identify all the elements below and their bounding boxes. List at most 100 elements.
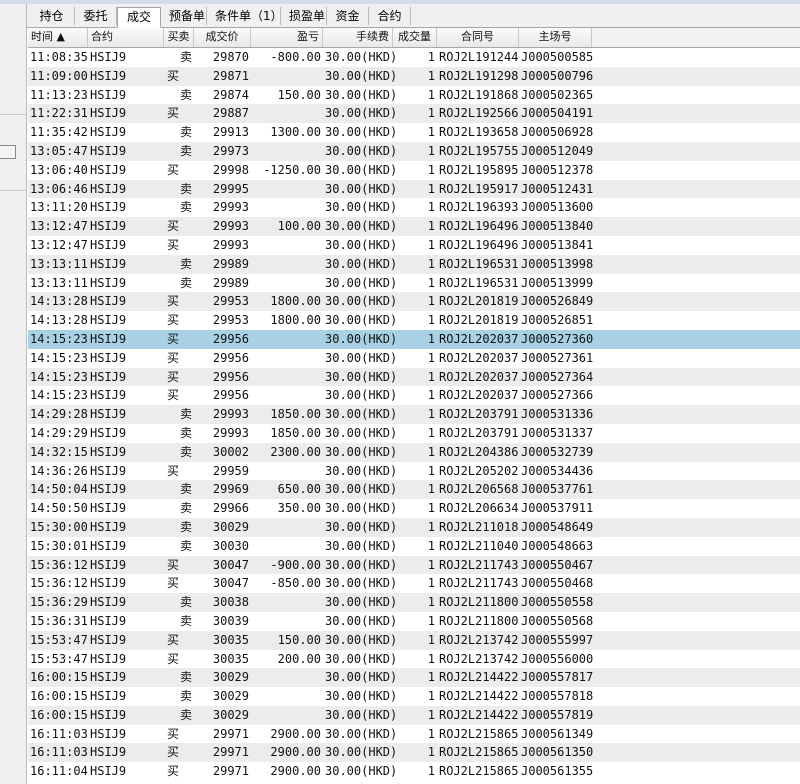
cell-price: 29995 <box>212 181 249 196</box>
tab-funds[interactable]: 资金 <box>327 7 369 25</box>
cell-fee: 30.00(HKD) <box>325 407 398 422</box>
table-row[interactable]: 14:29:29 HSIJ9 卖 29993 1850.00 30.00(HKD) 1 ROJ… <box>28 423 800 443</box>
table-row[interactable]: 14:13:28 HSIJ9 买 29953 1800.00 30.00(HKD) 1 ROJ… <box>28 311 800 330</box>
cell-symbol: HSIJ9 <box>90 68 127 83</box>
table-row[interactable]: 14:15:23 HSIJ9 买 29956 30.00(HKD) 1 ROJ2L20203… <box>28 329 800 349</box>
cell-qty: 1 <box>427 425 435 440</box>
cell-time: 14:15:23 <box>30 388 88 403</box>
cell-side: 买 <box>167 764 180 779</box>
column-header-contract-no[interactable]: 合同号 <box>437 28 519 47</box>
table-row[interactable]: 11:22:31 HSIJ9 买 29887 30.00(HKD) 1 ROJ2L19256… <box>28 104 800 124</box>
cell-pl <box>251 668 323 687</box>
cell-market-no: J000557819 <box>521 707 594 722</box>
cell-time: 14:15:23 <box>30 331 88 346</box>
cell-qty: 1 <box>427 745 435 760</box>
table-row[interactable]: 11:35:42 HSIJ9 卖 29913 1300.00 30.00(HKD) 1 ROJ… <box>28 123 800 142</box>
table-row[interactable]: 11:09:00 HSIJ9 买 29871 30.00(HKD) 1 ROJ2L19129… <box>28 66 800 86</box>
column-header-pl[interactable]: 盈亏 <box>251 28 323 47</box>
cell-price: 29993 <box>212 200 249 215</box>
cell-market-no: J000513600 <box>521 200 594 215</box>
cell-time: 13:06:40 <box>30 162 88 177</box>
table-row[interactable]: 15:36:29 HSIJ9 卖 30038 30.00(HKD) 1 ROJ2L21180… <box>28 593 800 612</box>
column-header-market-no[interactable]: 主场号 <box>519 28 592 47</box>
cell-qty: 1 <box>427 143 435 158</box>
cell-market-no: J000527360 <box>521 331 594 346</box>
table-row[interactable]: 13:12:47 HSIJ9 买 29993 30.00(HKD) 1 ROJ2L19649… <box>28 235 800 255</box>
table-row[interactable]: 14:50:04 HSIJ9 卖 29969 650.00 30.00(HKD) 1 ROJ2… <box>28 480 800 500</box>
column-header-qty[interactable]: 成交量 <box>393 28 437 47</box>
table-row[interactable]: 14:13:28 HSIJ9 买 29953 1800.00 30.00(HKD) 1 ROJ… <box>28 292 800 312</box>
cell-contract-no: ROJ2L215865 <box>439 726 519 741</box>
table-row[interactable]: 15:30:01 HSIJ9 卖 30030 30.00(HKD) 1 ROJ2L21104… <box>28 536 800 556</box>
cell-qty: 1 <box>427 482 435 497</box>
cell-fee: 30.00(HKD) <box>325 331 398 346</box>
table-row[interactable]: 16:11:04 HSIJ9 买 29971 2900.00 30.00(HKD) 1 ROJ… <box>28 762 800 782</box>
table-row[interactable]: 14:15:23 HSIJ9 买 29956 30.00(HKD) 1 ROJ2L20203… <box>28 348 800 368</box>
cell-side: 卖 <box>179 200 192 215</box>
table-row[interactable]: 13:05:47 HSIJ9 卖 29973 30.00(HKD) 1 ROJ2L19575… <box>28 141 800 161</box>
table-row[interactable]: 15:53:47 HSIJ9 买 30035 150.00 30.00(HKD) 1 ROJ2… <box>28 630 800 650</box>
cell-side: 卖 <box>179 407 192 422</box>
cell-qty: 1 <box>427 463 435 478</box>
cell-market-no: J000500796 <box>521 68 594 83</box>
table-row[interactable]: 13:06:40 HSIJ9 买 29998 -1250.00 30.00(HKD) 1 RO… <box>28 160 800 180</box>
table-row[interactable]: 15:36:12 HSIJ9 买 30047 -850.00 30.00(HKD) 1 ROJ… <box>28 574 800 594</box>
table-row[interactable]: 13:06:46 HSIJ9 卖 29995 30.00(HKD) 1 ROJ2L19591… <box>28 179 800 199</box>
table-row[interactable]: 14:15:23 HSIJ9 买 29956 30.00(HKD) 1 ROJ2L20203… <box>28 386 800 406</box>
cell-pl <box>251 142 323 161</box>
cell-side: 买 <box>167 632 180 647</box>
cell-time: 15:36:12 <box>30 576 88 591</box>
table-row[interactable]: 14:29:28 HSIJ9 卖 29993 1850.00 30.00(HKD) 1 ROJ… <box>28 405 800 424</box>
column-header-time[interactable]: 时间 ▲ <box>28 28 88 47</box>
cell-contract-no: ROJ2L195917 <box>439 181 519 196</box>
table-row[interactable]: 15:36:31 HSIJ9 卖 30039 30.00(HKD) 1 ROJ2L21180… <box>28 611 800 631</box>
table-row[interactable]: 14:32:15 HSIJ9 卖 30002 2300.00 30.00(HKD) 1 ROJ… <box>28 442 800 462</box>
cell-symbol: HSIJ9 <box>90 162 127 177</box>
table-row[interactable]: 15:36:12 HSIJ9 买 30047 -900.00 30.00(HKD) 1 ROJ… <box>28 555 800 575</box>
table-row[interactable]: 16:00:15 HSIJ9 卖 30029 30.00(HKD) 1 ROJ2L21442… <box>28 705 800 725</box>
table-row[interactable]: 14:15:23 HSIJ9 买 29956 30.00(HKD) 1 ROJ2L20203… <box>28 367 800 387</box>
cell-symbol: HSIJ9 <box>90 745 127 760</box>
table-row[interactable]: 14:50:50 HSIJ9 卖 29966 350.00 30.00(HKD) 1 ROJ2… <box>28 499 800 518</box>
table-row[interactable]: 15:30:00 HSIJ9 卖 30029 30.00(HKD) 1 ROJ2L21101… <box>28 517 800 537</box>
table-row[interactable]: 15:53:47 HSIJ9 买 30035 200.00 30.00(HKD) 1 ROJ2… <box>28 649 800 669</box>
cell-pl: 2300.00 <box>270 444 321 459</box>
cell-symbol: HSIJ9 <box>90 670 127 685</box>
tab-contracts[interactable]: 合约 <box>369 7 411 25</box>
table-row[interactable]: 13:13:11 HSIJ9 卖 29989 30.00(HKD) 1 ROJ2L19653… <box>28 273 800 293</box>
cell-contract-no: ROJ2L214422 <box>439 707 519 722</box>
column-header-fee[interactable]: 手续费 <box>323 28 393 47</box>
table-row[interactable]: 16:00:15 HSIJ9 卖 30029 30.00(HKD) 1 ROJ2L21442… <box>28 687 800 706</box>
tab-trades[interactable]: 成交 <box>117 7 161 28</box>
table-row[interactable]: 14:36:26 HSIJ9 买 29959 30.00(HKD) 1 ROJ2L20520… <box>28 461 800 481</box>
table-row[interactable]: 16:11:03 HSIJ9 买 29971 2900.00 30.00(HKD) 1 ROJ… <box>28 743 800 763</box>
tab-orders[interactable]: 委托 <box>75 7 117 25</box>
cell-time: 14:13:28 <box>30 313 88 328</box>
tab-positions[interactable]: 持仓 <box>29 7 75 25</box>
cell-qty: 1 <box>427 369 435 384</box>
table-row[interactable]: 11:08:35 HSIJ9 卖 29870 -800.00 30.00(HKD) 1 ROJ… <box>28 48 800 67</box>
cell-contract-no: ROJ2L202037 <box>439 350 519 365</box>
column-header-side[interactable]: 买卖 <box>164 28 194 47</box>
cell-price: 30038 <box>212 595 249 610</box>
cell-market-no: J000557818 <box>521 689 594 704</box>
cell-pl: 1850.00 <box>270 407 321 422</box>
tab-stop-profit-orders[interactable]: 损盈单 <box>281 7 327 25</box>
table-row[interactable]: 13:11:20 HSIJ9 卖 29993 30.00(HKD) 1 ROJ2L19639… <box>28 198 800 218</box>
cell-side: 买 <box>167 162 180 177</box>
cell-symbol: HSIJ9 <box>90 143 127 158</box>
cell-fee: 30.00(HKD) <box>325 557 398 572</box>
table-row[interactable]: 16:00:15 HSIJ9 卖 30029 30.00(HKD) 1 ROJ2L21442… <box>28 668 800 688</box>
cell-market-no: J000513999 <box>521 275 594 290</box>
table-row[interactable]: 16:11:03 HSIJ9 买 29971 2900.00 30.00(HKD) 1 ROJ… <box>28 724 800 744</box>
column-header-contract[interactable]: 合约 <box>88 28 164 47</box>
tab-conditional-orders[interactable]: 条件单（1） <box>207 7 283 25</box>
table-row[interactable]: 11:13:23 HSIJ9 卖 29874 150.00 30.00(HKD) 1 ROJ2… <box>28 85 800 105</box>
table-row[interactable]: 13:12:47 HSIJ9 买 29993 100.00 30.00(HKD) 1 ROJ2… <box>28 217 800 236</box>
cell-contract-no: ROJ2L206634 <box>439 501 519 516</box>
table-row[interactable]: 13:13:11 HSIJ9 卖 29989 30.00(HKD) 1 ROJ2L19653… <box>28 254 800 274</box>
cell-fee: 30.00(HKD) <box>325 219 398 234</box>
tab-prepared-orders[interactable]: 预备单 <box>161 7 207 25</box>
column-header-price[interactable]: 成交价 <box>194 28 251 47</box>
left-panel-button[interactable] <box>0 145 16 159</box>
